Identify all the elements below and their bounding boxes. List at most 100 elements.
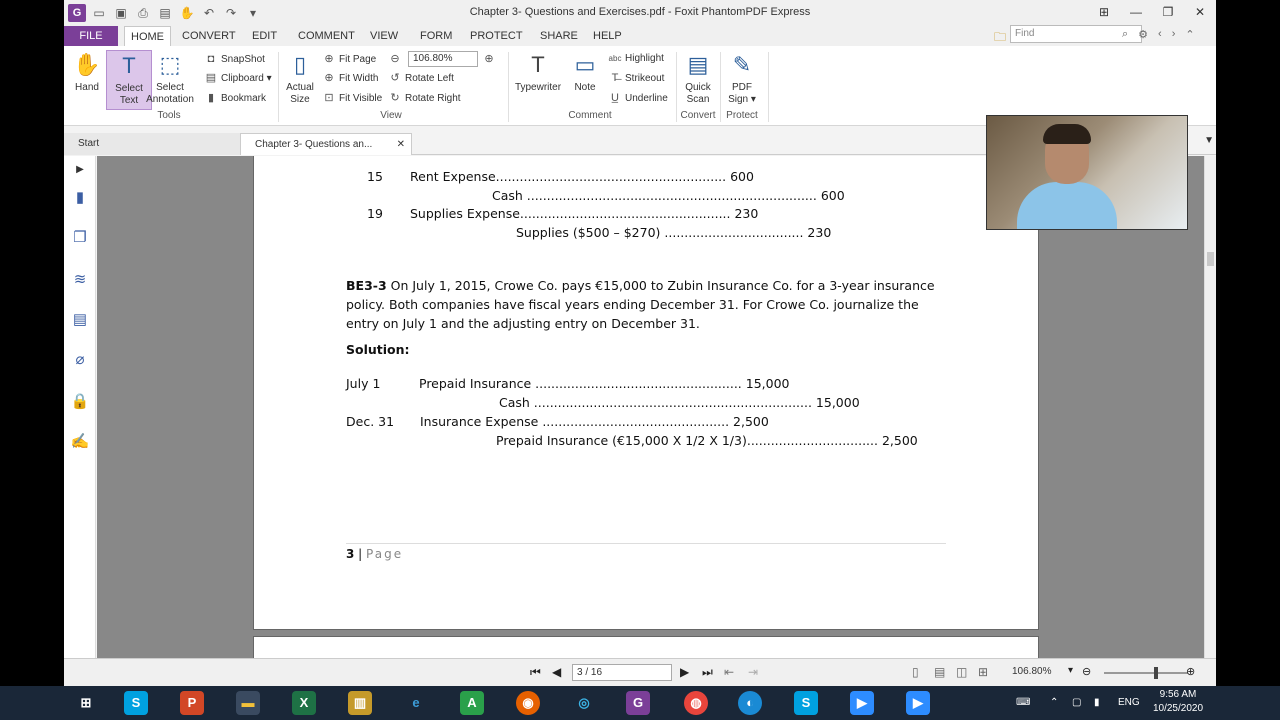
bookmark-button[interactable]: ▮ Bookmark	[204, 89, 266, 107]
underline-button[interactable]: U̲ Underline	[608, 89, 668, 107]
continuous-facing-icon[interactable]: ⊞	[978, 665, 988, 679]
firefox-icon[interactable]: ◉	[516, 691, 540, 715]
zoom-level[interactable]: 106.80%	[1012, 666, 1051, 677]
close-button[interactable]: ✕	[1184, 0, 1216, 24]
chrome-icon[interactable]: ◍	[684, 691, 708, 715]
select-annotation-button[interactable]: ⬚ Select Annotation	[146, 50, 194, 110]
wifi-signal-icon[interactable]: ▮	[1094, 697, 1100, 708]
windows-start-icon[interactable]: ⊞	[74, 691, 98, 715]
note-button[interactable]: ▭ Note	[564, 50, 606, 110]
menu-help[interactable]: HELP	[587, 26, 628, 46]
first-page-icon[interactable]: ⏮	[530, 665, 541, 680]
menu-convert[interactable]: CONVERT	[176, 26, 242, 46]
archive-icon[interactable]: ▥	[348, 691, 372, 715]
layers-icon[interactable]: ≋	[70, 270, 90, 290]
fit-page-button[interactable]: ⊕ Fit Page	[322, 50, 376, 68]
highlight-button[interactable]: abc Highlight	[608, 50, 664, 68]
zoom-dropdown-icon[interactable]: ▾	[1068, 665, 1073, 676]
menu-file[interactable]: FILE	[64, 26, 118, 46]
zoom-meeting-icon[interactable]: ▶	[850, 691, 874, 715]
menu-form[interactable]: FORM	[414, 26, 458, 46]
fit-width-button[interactable]: ⊕ Fit Width	[322, 69, 378, 87]
excel-icon[interactable]: X	[292, 691, 316, 715]
app-ring-icon[interactable]: ◎	[572, 691, 596, 715]
rotate-right-button[interactable]: ↻ Rotate Right	[388, 89, 460, 107]
collapse-ribbon-icon[interactable]: ⌃	[1185, 28, 1194, 41]
fit-visible-button[interactable]: ⊡ Fit Visible	[322, 89, 382, 107]
tab-start[interactable]: Start	[64, 133, 240, 155]
hand-tool-icon[interactable]: ✋	[178, 4, 196, 22]
skype-icon[interactable]: S	[124, 691, 148, 715]
menu-edit[interactable]: EDIT	[246, 26, 283, 46]
facing-icon[interactable]: ◫	[956, 665, 967, 679]
menu-share[interactable]: SHARE	[534, 26, 584, 46]
tab-list-dropdown-icon[interactable]: ▼	[1204, 135, 1214, 146]
zoom-out-button[interactable]: ⊖	[388, 50, 405, 68]
continuous-icon[interactable]: ▤	[934, 665, 945, 679]
tab-document[interactable]: Chapter 3- Questions an... ✕	[240, 133, 412, 155]
security-lock-icon[interactable]: 🔒	[70, 392, 90, 412]
network-icon[interactable]: ▢	[1072, 697, 1081, 708]
language-indicator[interactable]: ENG	[1118, 697, 1140, 708]
layout-icon[interactable]: ⊞	[1088, 0, 1120, 24]
minimize-button[interactable]: —	[1120, 0, 1152, 24]
clipboard-button[interactable]: ▤ Clipboard ▾	[204, 69, 272, 87]
redo-icon[interactable]: ↷	[222, 4, 240, 22]
scan-icon[interactable]: ▤	[156, 4, 174, 22]
pdf-sign-button[interactable]: ✎ PDF Sign ▾	[722, 50, 762, 110]
previous-page-icon[interactable]: ◀	[552, 665, 561, 679]
maximize-button[interactable]: ❐	[1152, 0, 1184, 24]
next-view-icon[interactable]: ⇥	[748, 665, 758, 679]
powerpoint-icon[interactable]: P	[180, 691, 204, 715]
customize-qat-icon[interactable]: ▾	[244, 4, 262, 22]
skype-alt-icon[interactable]: S	[794, 691, 818, 715]
back-arrow-icon[interactable]: ‹	[1158, 28, 1162, 41]
menu-comment[interactable]: COMMENT	[292, 26, 361, 46]
attachments-icon[interactable]: ⌀	[70, 350, 90, 370]
internet-explorer-icon[interactable]: e	[404, 691, 428, 715]
forward-arrow-icon[interactable]: ›	[1172, 28, 1176, 41]
system-clock[interactable]: 9:56 AM 10/25/2020	[1148, 688, 1208, 716]
vertical-scrollbar[interactable]	[1204, 156, 1216, 658]
save-icon[interactable]: ▣	[112, 4, 130, 22]
menu-home[interactable]: HOME	[124, 26, 171, 46]
close-tab-icon[interactable]: ✕	[397, 134, 405, 156]
zoom-out-icon[interactable]: ⊖	[1082, 665, 1091, 678]
zoom-app-icon[interactable]: ▶	[906, 691, 930, 715]
strikeout-button[interactable]: T̶ Strikeout	[608, 69, 665, 87]
menu-view[interactable]: VIEW	[364, 26, 404, 46]
zoom-select[interactable]: 106.80%	[408, 51, 478, 67]
last-page-icon[interactable]: ⏭	[702, 665, 713, 680]
previous-view-icon[interactable]: ⇤	[724, 665, 734, 679]
undo-icon[interactable]: ↶	[200, 4, 218, 22]
actual-size-button[interactable]: ▯ Actual Size	[280, 50, 320, 110]
file-explorer-icon[interactable]: ▬	[236, 691, 260, 715]
scrollbar-thumb[interactable]	[1207, 252, 1214, 266]
bookmarks-icon[interactable]: ▮	[70, 188, 90, 208]
zoom-slider[interactable]	[1104, 667, 1188, 679]
snapshot-button[interactable]: ◘ SnapShot	[204, 50, 265, 68]
show-hidden-icons-icon[interactable]: ⌃	[1050, 697, 1058, 708]
pages-icon[interactable]: ❐	[70, 228, 90, 248]
page-number-input[interactable]: 3 / 16	[572, 664, 672, 681]
search-icon[interactable]: ⌕	[1122, 28, 1128, 41]
zoom-in-button[interactable]: ⊕	[482, 50, 499, 68]
open-icon[interactable]: ▭	[90, 4, 108, 22]
hand-button[interactable]: ✋ Hand	[64, 50, 110, 110]
expand-panel-icon[interactable]: ▶	[70, 160, 90, 180]
rotate-left-button[interactable]: ↺ Rotate Left	[388, 69, 454, 87]
document-viewer[interactable]: 15 Rent Expense.........................…	[97, 156, 1204, 658]
menu-protect[interactable]: PROTECT	[464, 26, 529, 46]
quick-scan-button[interactable]: ▤ Quick Scan	[678, 50, 718, 110]
signatures-icon[interactable]: ✍	[70, 432, 90, 452]
zoom-in-icon[interactable]: ⊕	[1186, 665, 1195, 678]
print-icon[interactable]: ⎙	[134, 4, 152, 22]
settings-gear-icon[interactable]: ⚙	[1138, 28, 1148, 41]
camtasia-icon[interactable]: A	[460, 691, 484, 715]
edge-icon[interactable]: ◐	[738, 691, 762, 715]
typewriter-button[interactable]: T Typewriter	[512, 50, 564, 110]
next-page-icon[interactable]: ▶	[680, 665, 689, 679]
zoom-slider-knob[interactable]	[1154, 667, 1158, 679]
single-page-icon[interactable]: ▯	[912, 665, 919, 679]
comments-icon[interactable]: ▤	[70, 310, 90, 330]
